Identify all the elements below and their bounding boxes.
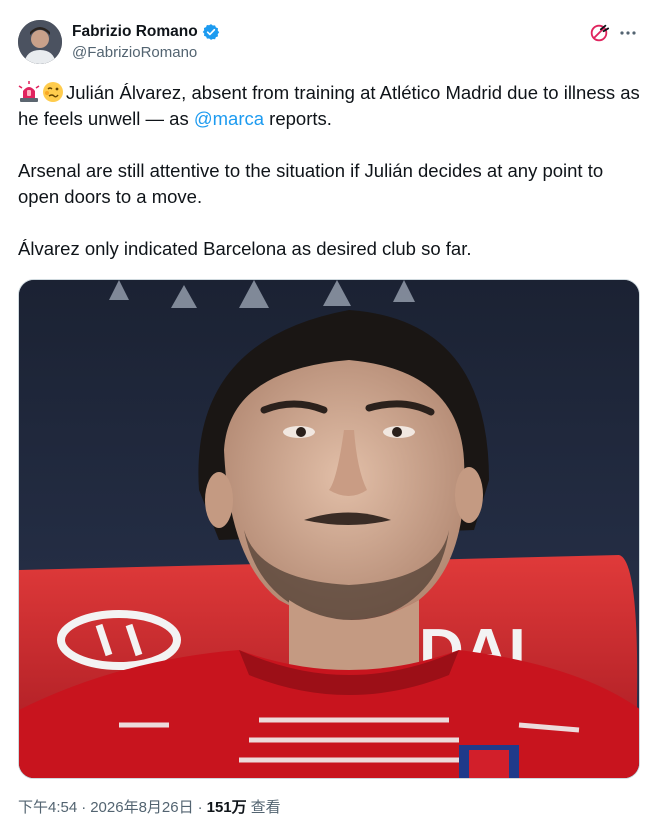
grok-icon[interactable] bbox=[588, 22, 610, 44]
player-photo-illustration: DAI bbox=[19, 280, 639, 778]
author-display-name[interactable]: Fabrizio Romano bbox=[72, 22, 198, 42]
woozy-face-emoji-icon bbox=[42, 81, 64, 103]
tweet-line-1-after: reports. bbox=[264, 108, 332, 129]
tweet-photo[interactable]: DAI bbox=[18, 279, 640, 779]
mention-link[interactable]: @marca bbox=[194, 108, 264, 129]
tweet-paragraph-1: Julián Álvarez, absent from training at … bbox=[18, 80, 643, 132]
siren-emoji-icon bbox=[18, 81, 40, 103]
tweet-footer: 下午4:54 · 2026年8月26日 · 151万 查看 bbox=[18, 798, 281, 818]
author-name-row[interactable]: Fabrizio Romano bbox=[72, 22, 220, 42]
tweet-text: Julián Álvarez, absent from training at … bbox=[18, 80, 643, 288]
views-label[interactable]: 查看 bbox=[251, 798, 281, 818]
tweet-header: Fabrizio Romano @FabrizioRomano bbox=[18, 18, 638, 68]
views-count[interactable]: 151万 bbox=[207, 798, 247, 818]
tweet-time[interactable]: 下午4:54 bbox=[18, 798, 77, 818]
separator: · bbox=[81, 799, 87, 816]
tweet-date[interactable]: 2026年8月26日 bbox=[90, 798, 193, 818]
more-options-icon[interactable] bbox=[618, 24, 638, 42]
tweet-paragraph-2: Arsenal are still attentive to the situa… bbox=[18, 160, 604, 207]
tweet-paragraph-3: Álvarez only indicated Barcelona as desi… bbox=[18, 238, 472, 259]
avatar[interactable] bbox=[18, 20, 62, 64]
separator: · bbox=[197, 799, 203, 816]
verified-badge-icon[interactable] bbox=[202, 23, 220, 41]
author-handle[interactable]: @FabrizioRomano bbox=[72, 43, 220, 63]
